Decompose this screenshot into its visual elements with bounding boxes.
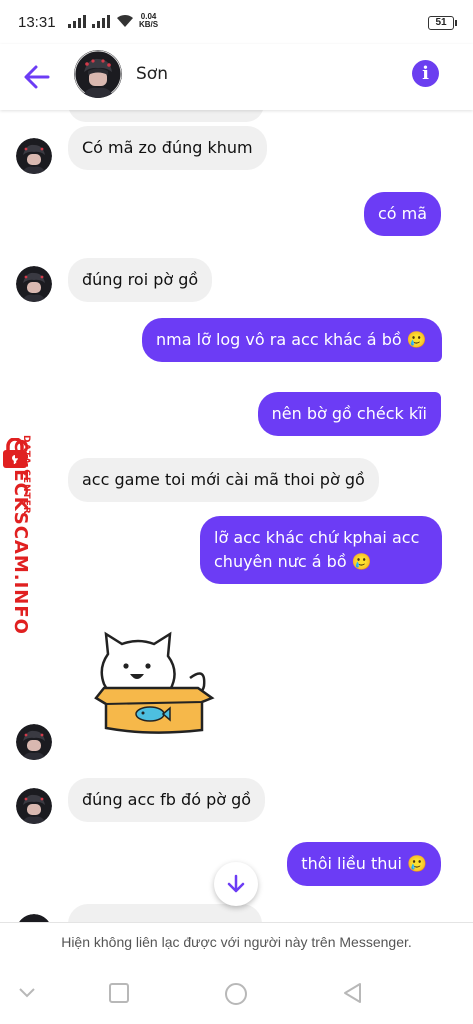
message-bubble-incoming[interactable]: acc game toi mới cài mã thoi pờ gồ xyxy=(68,458,379,502)
system-nav-bar xyxy=(0,962,473,1024)
unavailable-notice: Hiện không liên lạc được với người này t… xyxy=(0,922,473,963)
network-speed: 0.04 KB/S xyxy=(139,13,158,29)
nav-back-icon[interactable] xyxy=(342,982,364,1004)
message-bubble-outgoing[interactable]: nma lỡ log vô ra acc khác á bồ 🥲 xyxy=(142,318,442,362)
message-bubble-incoming[interactable]: Có mã zo đúng khum xyxy=(68,126,267,170)
wifi-icon xyxy=(116,14,134,33)
chat-header: Sơn i xyxy=(0,44,473,110)
cat-in-box-sticker[interactable] xyxy=(90,628,220,738)
message-bubble-outgoing[interactable]: có mã xyxy=(363,192,441,236)
message-bubble-partial[interactable] xyxy=(68,904,262,922)
battery-icon: 51 xyxy=(428,16,457,30)
status-time: 13:31 xyxy=(18,14,56,31)
message-bubble-outgoing[interactable]: lỡ acc khác chứ kphai acc chuyên nưc á b… xyxy=(200,516,442,584)
message-bubble-outgoing[interactable]: thôi liều thui 🥲 xyxy=(287,842,441,886)
checkscam-watermark: DATA CENTER CHECKSCAM.INFO xyxy=(0,435,48,668)
arrow-down-icon xyxy=(227,874,245,893)
message-list[interactable]: Có mã zo đúng khum có mã đúng roi pờ gồ … xyxy=(0,110,473,922)
back-arrow-icon[interactable] xyxy=(20,60,54,94)
sender-avatar[interactable] xyxy=(16,138,52,174)
message-bubble-incoming[interactable]: đúng acc fb đó pờ gồ xyxy=(68,778,266,822)
contact-name[interactable]: Sơn xyxy=(136,64,168,84)
sender-avatar[interactable] xyxy=(16,724,52,760)
message-bubble-incoming[interactable]: đúng roi pờ gồ xyxy=(68,258,213,302)
signal-icon xyxy=(92,15,110,28)
contact-avatar[interactable] xyxy=(74,50,122,98)
watermark-brand: CHECKSCAM.INFO xyxy=(10,439,31,635)
nav-home-icon[interactable] xyxy=(224,982,248,1006)
speed-unit: KB/S xyxy=(139,20,159,29)
sender-avatar[interactable] xyxy=(16,266,52,302)
status-bar: 13:31 0.04 KB/S 51 xyxy=(0,0,473,44)
sender-avatar[interactable] xyxy=(16,914,52,922)
info-icon[interactable]: i xyxy=(412,60,439,87)
nav-hide-icon[interactable] xyxy=(16,982,38,1002)
sender-avatar[interactable] xyxy=(16,788,52,824)
message-bubble-partial[interactable] xyxy=(68,110,264,122)
scroll-to-bottom-button[interactable] xyxy=(214,862,258,906)
signal-icon xyxy=(68,15,86,28)
nav-recents-icon[interactable] xyxy=(108,982,130,1004)
message-bubble-outgoing[interactable]: nên bờ gồ chéck kĩi xyxy=(257,392,441,436)
